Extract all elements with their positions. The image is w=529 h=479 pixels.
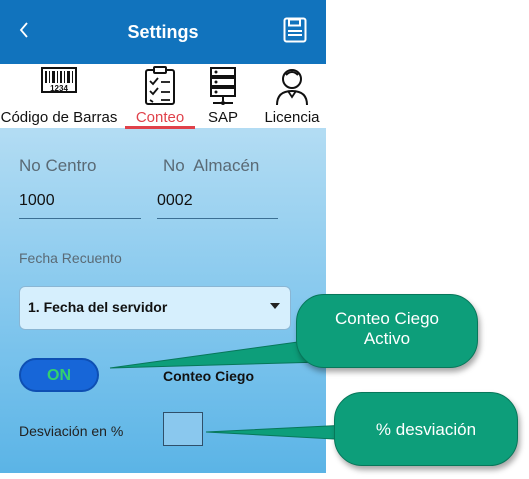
conteo-ciego-callout: Conteo Ciego Activo	[296, 294, 478, 368]
callout-text: % desviación	[375, 420, 477, 439]
callout-line-1: Conteo Ciego	[335, 309, 439, 328]
callout-line-2: Activo	[363, 329, 411, 348]
desviacion-callout: % desviación	[334, 392, 518, 466]
